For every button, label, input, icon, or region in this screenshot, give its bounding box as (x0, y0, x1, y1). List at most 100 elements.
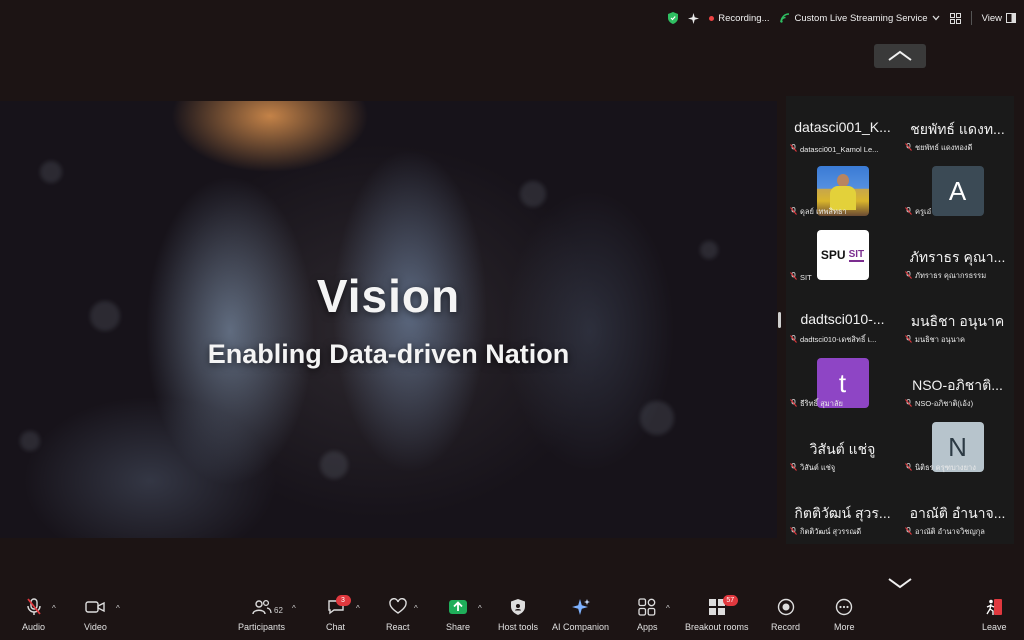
participants-button[interactable]: Participants (238, 598, 285, 632)
ai-companion-label: AI Companion (552, 622, 610, 632)
gallery-resize-handle[interactable] (778, 312, 781, 328)
chat-icon-wrap: 3 (327, 595, 351, 616)
more-ellipsis-icon (836, 598, 853, 616)
muted-microphone-icon (790, 527, 797, 537)
participant-display-name: ภัทราธร คุณา... (909, 249, 1006, 265)
participant-name-label: ชยพัทธ์ แดงทองดี (905, 142, 972, 154)
participants-icon (251, 599, 272, 615)
participant-name: อาณัติ อำนาจวิชญกุล (915, 527, 985, 536)
record-label: Record (771, 622, 801, 632)
leave-label: Leave (982, 622, 1007, 632)
encryption-shield-icon[interactable] (668, 12, 679, 24)
apps-button[interactable]: Apps (637, 598, 658, 632)
participant-tile[interactable]: A ครูเอ๋ (901, 160, 1014, 224)
participant-name: มนธิชา อนุนาค (915, 335, 966, 344)
participant-tile[interactable]: N นิติธร ครุฑบางยาง (901, 416, 1014, 480)
participant-tile[interactable]: dadtsci010-... dadtsci010-เดชสิทธิ์ เ... (786, 288, 899, 352)
participant-tile[interactable]: อาณัติ อำนาจ... อาณัติ อำนาจวิชญกุล (901, 480, 1014, 544)
muted-microphone-icon (905, 527, 912, 537)
bokeh-light (20, 431, 40, 451)
video-options-caret-icon[interactable]: ^ (116, 604, 120, 613)
muted-microphone-icon (790, 207, 797, 217)
participant-name-label: นิติธร ครุฑบางยาง (905, 462, 976, 474)
muted-microphone-icon (905, 399, 912, 409)
muted-microphone-icon (905, 143, 912, 153)
participant-display-name: วิสันต์ แช่จู (809, 441, 876, 457)
chat-options-caret-icon[interactable]: ^ (356, 604, 360, 613)
participant-tile[interactable]: NSO-อภิชาติ... NSO-อภิชาติ(เอ้ง) (901, 352, 1014, 416)
recording-indicator[interactable]: Recording... (709, 13, 770, 24)
participant-name-label: มนธิชา อนุนาค (905, 334, 965, 346)
audio-button[interactable]: Audio (22, 598, 45, 632)
participant-name: SIT (800, 272, 812, 282)
ai-companion-sparkle-icon (571, 599, 590, 615)
more-button[interactable]: More (834, 598, 855, 632)
leave-exit-icon (986, 599, 1003, 615)
ai-sparkle-icon[interactable] (688, 12, 700, 24)
share-button[interactable]: Share (446, 598, 470, 632)
breakout-rooms-badge: 57 (722, 595, 738, 606)
muted-microphone-icon (790, 272, 797, 282)
participant-tile[interactable]: ภัทราธร คุณา... ภัทราธร คุณากรธรรม (901, 224, 1014, 288)
video-button[interactable]: Video (84, 598, 107, 632)
view-label: View (981, 12, 1002, 24)
leave-button[interactable]: Leave (982, 598, 1007, 632)
participant-name: วิสันต์ แช่จู (800, 463, 836, 472)
participant-display-name: dadtsci010-... (800, 311, 885, 327)
bokeh-light (700, 241, 718, 259)
chat-button[interactable]: 3 Chat (326, 595, 351, 632)
host-tools-button[interactable]: Host tools (498, 598, 538, 632)
participant-name-label: ธีริทธิ์ สุมาลัย (790, 398, 843, 410)
participant-name: dadtsci010-เดชสิทธิ์ เ... (800, 335, 877, 344)
share-screen-icon (449, 600, 468, 614)
participant-tile[interactable]: ดุลย์ เทพสิทธา (786, 160, 899, 224)
participant-gallery: datasci001_K... datasci001_Kamol Le... ชยพ… (786, 96, 1014, 544)
muted-microphone-icon (790, 144, 797, 154)
share-options-caret-icon[interactable]: ^ (478, 604, 482, 613)
participant-tile[interactable]: SPU SIT SIT (786, 224, 899, 288)
apps-icon (638, 598, 656, 616)
bokeh-light (320, 451, 348, 479)
grid-layout-icon[interactable] (949, 12, 961, 24)
participant-name: datasci001_Kamol Le... (800, 144, 879, 154)
live-stream-indicator[interactable]: Custom Live Streaming Service (779, 12, 940, 24)
share-label: Share (446, 622, 471, 632)
participant-name-label: datasci001_Kamol Le... (790, 144, 878, 154)
react-button[interactable]: React (386, 598, 410, 632)
host-tools-label: Host tools (498, 622, 539, 632)
audio-options-caret-icon[interactable]: ^ (52, 604, 56, 613)
record-icon (777, 598, 794, 616)
participant-name: ภัทราธร คุณากรธรรม (915, 271, 987, 280)
audio-label: Audio (22, 622, 46, 632)
participant-name: ครูเอ๋ (915, 207, 932, 216)
view-button[interactable]: View (982, 13, 1016, 24)
participants-options-caret-icon[interactable]: ^ (292, 604, 296, 613)
apps-label: Apps (637, 622, 658, 632)
react-options-caret-icon[interactable]: ^ (414, 604, 418, 613)
stream-service-label: Custom Live Streaming Service (794, 12, 928, 24)
participants-label: Participants (238, 622, 286, 632)
live-stream-icon (779, 13, 789, 23)
muted-microphone-icon (905, 207, 912, 217)
participant-tile[interactable]: วิสันต์ แช่จู วิสันต์ แช่จู (786, 416, 899, 480)
muted-microphone-icon (905, 271, 912, 281)
meeting-top-bar: Recording... Custom Live Streaming Servi… (668, 8, 1016, 28)
record-button[interactable]: Record (771, 598, 800, 632)
participant-name-label: dadtsci010-เดชสิทธิ์ เ... (790, 334, 876, 346)
gallery-scroll-up-button[interactable] (874, 44, 926, 68)
participant-tile[interactable]: กิตติวัฒน์ สุวร... กิตติวัฒน์ สุวรรณดี (786, 480, 899, 544)
participant-display-name: มนธิชา อนุนาค (910, 313, 1005, 329)
divider (970, 11, 972, 25)
slide-title: Vision (316, 270, 461, 322)
participant-tile[interactable]: t ธีริทธิ์ สุมาลัย (786, 352, 899, 416)
breakout-rooms-button[interactable]: 57 Breakout rooms (685, 595, 749, 632)
participant-tile[interactable]: มนธิชา อนุนาค มนธิชา อนุนาค (901, 288, 1014, 352)
bokeh-light (40, 161, 62, 183)
ai-companion-button[interactable]: AI Companion (552, 598, 609, 632)
participant-display-name: กิตติวัฒน์ สุวร... (794, 505, 891, 521)
participant-tile[interactable]: ชยพัทธ์ แดงท... ชยพัทธ์ แดงทองดี (901, 96, 1014, 160)
slide-subtitle: Enabling Data-driven Nation (207, 339, 570, 369)
logo-text: SPU (820, 248, 846, 262)
apps-options-caret-icon[interactable]: ^ (666, 604, 670, 613)
participant-tile[interactable]: datasci001_K... datasci001_Kamol Le... (786, 96, 899, 160)
